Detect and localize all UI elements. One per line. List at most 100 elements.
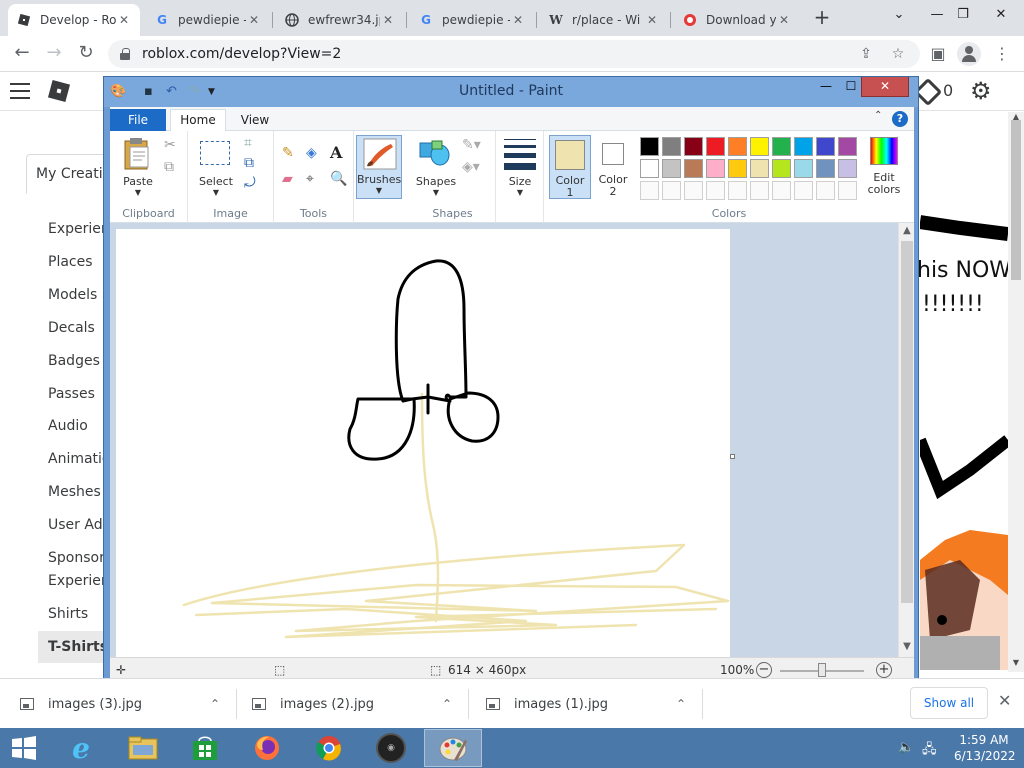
- paint-taskbar-button[interactable]: [424, 729, 482, 767]
- color-1-button[interactable]: Color 1: [549, 135, 591, 199]
- help-icon[interactable]: ?: [892, 111, 908, 127]
- sidebar-item-badges[interactable]: Badges: [48, 353, 100, 369]
- sidebar-item-passes[interactable]: Passes: [48, 386, 95, 402]
- reload-icon[interactable]: ↻: [74, 42, 98, 66]
- color-swatch[interactable]: [750, 137, 769, 156]
- color-swatch[interactable]: [750, 159, 769, 178]
- color-swatch[interactable]: [772, 181, 791, 200]
- canvas-vertical-scrollbar[interactable]: ▲ ▼: [898, 223, 914, 657]
- chevron-up-icon[interactable]: ⌃: [442, 697, 452, 711]
- chrome-taskbar-button[interactable]: [300, 729, 358, 767]
- color-swatch[interactable]: [684, 159, 703, 178]
- color-swatch[interactable]: [640, 137, 659, 156]
- color-swatch[interactable]: [772, 159, 791, 178]
- sidebar-item-decals[interactable]: Decals: [48, 320, 95, 336]
- chevron-up-icon[interactable]: ⌃: [210, 697, 220, 711]
- file-explorer-taskbar-button[interactable]: [114, 729, 172, 767]
- size-dropdown-icon[interactable]: ▼: [496, 188, 544, 197]
- tab-file[interactable]: File: [110, 109, 166, 131]
- sidebar-item-user-ads[interactable]: User Ads: [48, 517, 110, 533]
- color-swatch[interactable]: [816, 181, 835, 200]
- color-swatch[interactable]: [662, 181, 681, 200]
- zoom-in-button[interactable]: +: [876, 662, 892, 678]
- color-swatch[interactable]: [728, 181, 747, 200]
- color-swatch[interactable]: [662, 159, 681, 178]
- paste-dropdown-icon[interactable]: ▼: [118, 188, 158, 197]
- store-taskbar-button[interactable]: [176, 729, 234, 767]
- side-panel-icon[interactable]: ▣: [926, 42, 950, 66]
- color-swatch[interactable]: [816, 159, 835, 178]
- share-icon[interactable]: ⇪: [858, 46, 874, 62]
- start-button[interactable]: [0, 729, 48, 767]
- copy-icon[interactable]: ⧉: [164, 159, 174, 175]
- fill-bucket-icon[interactable]: ◈: [306, 145, 317, 161]
- new-tab-button[interactable]: +: [810, 6, 834, 30]
- paint-minimize-icon[interactable]: —: [815, 77, 837, 97]
- download-item[interactable]: images (2).jpg ⌃: [252, 689, 452, 719]
- internet-explorer-taskbar-button[interactable]: e: [52, 729, 110, 767]
- color-swatch[interactable]: [838, 137, 857, 156]
- paste-icon[interactable]: [122, 137, 152, 171]
- color-swatch[interactable]: [750, 181, 769, 200]
- cut-icon[interactable]: ✂: [164, 137, 176, 153]
- crop-icon[interactable]: ⌗: [244, 135, 252, 151]
- color-2-button[interactable]: Color 2: [594, 135, 632, 199]
- color-swatch[interactable]: [706, 181, 725, 200]
- color-swatch[interactable]: [706, 159, 725, 178]
- network-icon[interactable]: 🖧: [922, 740, 937, 762]
- color-swatch[interactable]: [772, 137, 791, 156]
- firefox-taskbar-button[interactable]: [238, 729, 296, 767]
- gear-icon[interactable]: ⚙: [970, 77, 992, 105]
- download-item[interactable]: images (1).jpg ⌃: [486, 689, 686, 719]
- roblox-logo-icon[interactable]: [47, 79, 71, 103]
- close-icon[interactable]: ✕: [380, 13, 396, 27]
- sidebar-item-meshes[interactable]: Meshes: [48, 484, 101, 500]
- color-swatch[interactable]: [816, 137, 835, 156]
- sidebar-item-models[interactable]: Models: [48, 287, 97, 303]
- sidebar-item-places[interactable]: Places: [48, 254, 93, 270]
- paint-title-bar[interactable]: 🎨 ▪ ↶ ↷ ▼ Untitled - Paint — ☐ ✕: [104, 77, 918, 107]
- scrollbar-thumb[interactable]: [1011, 120, 1021, 280]
- shapes-dropdown-icon[interactable]: ▼: [414, 188, 458, 197]
- tab-home[interactable]: Home: [170, 109, 226, 132]
- select-dropdown-icon[interactable]: ▼: [196, 188, 236, 197]
- rotate-icon[interactable]: ⤾: [244, 175, 256, 191]
- close-icon[interactable]: ✕: [510, 13, 526, 27]
- close-icon[interactable]: ✕: [776, 13, 792, 27]
- drawing-canvas[interactable]: [116, 229, 730, 657]
- select-icon[interactable]: [200, 141, 230, 165]
- tab-view[interactable]: View: [234, 109, 276, 131]
- tab-ewfrewr34[interactable]: ewfrewr34.jp ✕: [276, 4, 404, 36]
- hamburger-menu-icon[interactable]: [10, 83, 30, 99]
- fill-icon[interactable]: ◈▾: [462, 159, 480, 175]
- sidebar-item-t-shirts[interactable]: T-Shirts: [38, 631, 108, 663]
- paint-maximize-icon[interactable]: ☐: [840, 77, 862, 97]
- brushes-button[interactable]: Brushes ▼: [356, 135, 402, 199]
- color-swatch[interactable]: [684, 181, 703, 200]
- paste-button[interactable]: Paste: [118, 175, 158, 188]
- download-item[interactable]: images (3).jpg ⌃: [20, 689, 220, 719]
- tab-r-place-wikipedia[interactable]: W r/place - Wi ✕: [540, 4, 668, 36]
- scroll-down-icon[interactable]: ▼: [899, 641, 914, 652]
- tab-download[interactable]: Download y ✕: [674, 4, 800, 36]
- paint-close-button[interactable]: ✕: [861, 77, 909, 97]
- eraser-icon[interactable]: ▰: [282, 171, 293, 187]
- forward-icon[interactable]: →: [42, 42, 66, 66]
- collapse-ribbon-icon[interactable]: ⌃: [874, 110, 882, 121]
- app-taskbar-button[interactable]: ◉: [362, 729, 420, 767]
- color-swatch[interactable]: [640, 181, 659, 200]
- close-window-icon[interactable]: ✕: [978, 0, 1024, 32]
- outline-icon[interactable]: ✎▾: [462, 137, 481, 153]
- more-menu-icon[interactable]: ⋮: [990, 42, 1014, 66]
- color-swatch[interactable]: [728, 137, 747, 156]
- close-icon[interactable]: ✕: [644, 13, 660, 27]
- sidebar-item-audio[interactable]: Audio: [48, 418, 88, 434]
- text-tool-icon[interactable]: A: [330, 143, 342, 162]
- scroll-down-icon[interactable]: ▼: [1008, 658, 1024, 667]
- back-icon[interactable]: ←: [10, 42, 34, 66]
- magnifier-icon[interactable]: 🔍: [330, 171, 347, 187]
- color-swatch[interactable]: [794, 159, 813, 178]
- tab-pewdiepie-2[interactable]: G pewdiepie - ✕: [410, 4, 534, 36]
- bookmark-star-icon[interactable]: ☆: [890, 46, 906, 62]
- close-icon[interactable]: ✕: [246, 13, 262, 27]
